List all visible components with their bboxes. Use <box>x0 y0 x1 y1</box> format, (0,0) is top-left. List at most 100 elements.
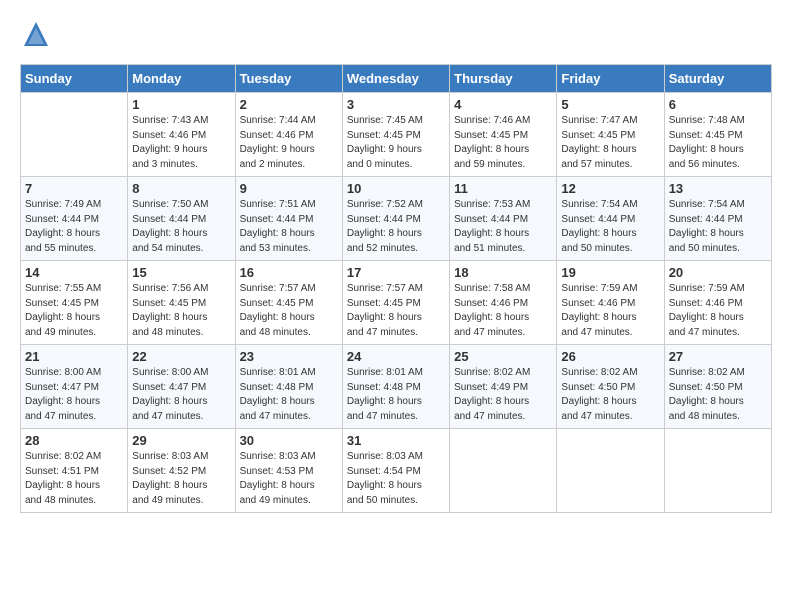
day-number: 31 <box>347 433 445 448</box>
day-detail: Sunrise: 7:46 AM Sunset: 4:45 PM Dayligh… <box>454 114 552 172</box>
calendar-cell: 13 Sunrise: 7:54 AM Sunset: 4:44 PM Dayli… <box>664 177 771 261</box>
day-detail: Sunrise: 7:49 AM Sunset: 4:44 PM Dayligh… <box>25 198 123 256</box>
day-number: 23 <box>240 349 338 364</box>
calendar-cell: 9 Sunrise: 7:51 AM Sunset: 4:44 PM Daylig… <box>235 177 342 261</box>
calendar-cell: 23 Sunrise: 8:01 AM Sunset: 4:48 PM Dayli… <box>235 345 342 429</box>
day-number: 3 <box>347 97 445 112</box>
day-number: 9 <box>240 181 338 196</box>
day-detail: Sunrise: 7:57 AM Sunset: 4:45 PM Dayligh… <box>347 282 445 340</box>
calendar-day-header: Sunday <box>21 65 128 93</box>
calendar-cell <box>21 93 128 177</box>
calendar-week-row: 7 Sunrise: 7:49 AM Sunset: 4:44 PM Daylig… <box>21 177 772 261</box>
day-number: 10 <box>347 181 445 196</box>
day-number: 5 <box>561 97 659 112</box>
day-detail: Sunrise: 8:00 AM Sunset: 4:47 PM Dayligh… <box>25 366 123 424</box>
day-number: 7 <box>25 181 123 196</box>
calendar-cell <box>664 429 771 513</box>
day-detail: Sunrise: 7:57 AM Sunset: 4:45 PM Dayligh… <box>240 282 338 340</box>
day-detail: Sunrise: 8:00 AM Sunset: 4:47 PM Dayligh… <box>132 366 230 424</box>
day-number: 21 <box>25 349 123 364</box>
day-number: 24 <box>347 349 445 364</box>
day-number: 2 <box>240 97 338 112</box>
calendar-cell: 10 Sunrise: 7:52 AM Sunset: 4:44 PM Dayli… <box>342 177 449 261</box>
calendar-week-row: 21 Sunrise: 8:00 AM Sunset: 4:47 PM Dayli… <box>21 345 772 429</box>
day-number: 29 <box>132 433 230 448</box>
day-detail: Sunrise: 7:59 AM Sunset: 4:46 PM Dayligh… <box>669 282 767 340</box>
day-number: 25 <box>454 349 552 364</box>
day-number: 14 <box>25 265 123 280</box>
day-detail: Sunrise: 7:45 AM Sunset: 4:45 PM Dayligh… <box>347 114 445 172</box>
day-detail: Sunrise: 7:56 AM Sunset: 4:45 PM Dayligh… <box>132 282 230 340</box>
day-detail: Sunrise: 7:55 AM Sunset: 4:45 PM Dayligh… <box>25 282 123 340</box>
day-number: 28 <box>25 433 123 448</box>
day-number: 11 <box>454 181 552 196</box>
day-detail: Sunrise: 8:03 AM Sunset: 4:53 PM Dayligh… <box>240 450 338 508</box>
calendar-week-row: 14 Sunrise: 7:55 AM Sunset: 4:45 PM Dayli… <box>21 261 772 345</box>
calendar-cell: 24 Sunrise: 8:01 AM Sunset: 4:48 PM Dayli… <box>342 345 449 429</box>
calendar-cell <box>450 429 557 513</box>
day-number: 18 <box>454 265 552 280</box>
day-number: 6 <box>669 97 767 112</box>
day-number: 27 <box>669 349 767 364</box>
day-detail: Sunrise: 7:58 AM Sunset: 4:46 PM Dayligh… <box>454 282 552 340</box>
day-detail: Sunrise: 7:54 AM Sunset: 4:44 PM Dayligh… <box>669 198 767 256</box>
calendar-cell: 1Sunrise: 7:43 AM Sunset: 4:46 PM Daylig… <box>128 93 235 177</box>
calendar-cell: 22 Sunrise: 8:00 AM Sunset: 4:47 PM Dayli… <box>128 345 235 429</box>
calendar-cell: 5 Sunrise: 7:47 AM Sunset: 4:45 PM Daylig… <box>557 93 664 177</box>
calendar-cell: 18 Sunrise: 7:58 AM Sunset: 4:46 PM Dayli… <box>450 261 557 345</box>
calendar-cell: 16Sunrise: 7:57 AM Sunset: 4:45 PM Dayli… <box>235 261 342 345</box>
day-detail: Sunrise: 7:54 AM Sunset: 4:44 PM Dayligh… <box>561 198 659 256</box>
calendar-cell: 29Sunrise: 8:03 AM Sunset: 4:52 PM Dayli… <box>128 429 235 513</box>
calendar-cell: 12 Sunrise: 7:54 AM Sunset: 4:44 PM Dayli… <box>557 177 664 261</box>
day-detail: Sunrise: 7:52 AM Sunset: 4:44 PM Dayligh… <box>347 198 445 256</box>
day-detail: Sunrise: 7:59 AM Sunset: 4:46 PM Dayligh… <box>561 282 659 340</box>
calendar-cell: 20 Sunrise: 7:59 AM Sunset: 4:46 PM Dayli… <box>664 261 771 345</box>
day-number: 12 <box>561 181 659 196</box>
day-number: 30 <box>240 433 338 448</box>
logo <box>20 18 56 50</box>
calendar-cell <box>557 429 664 513</box>
day-number: 4 <box>454 97 552 112</box>
calendar-day-header: Friday <box>557 65 664 93</box>
calendar-cell: 27 Sunrise: 8:02 AM Sunset: 4:50 PM Dayli… <box>664 345 771 429</box>
day-detail: Sunrise: 7:51 AM Sunset: 4:44 PM Dayligh… <box>240 198 338 256</box>
calendar-cell: 14 Sunrise: 7:55 AM Sunset: 4:45 PM Dayli… <box>21 261 128 345</box>
calendar-day-header: Thursday <box>450 65 557 93</box>
day-number: 1 <box>132 97 230 112</box>
day-detail: Sunrise: 8:02 AM Sunset: 4:50 PM Dayligh… <box>669 366 767 424</box>
calendar-table: SundayMondayTuesdayWednesdayThursdayFrid… <box>20 64 772 513</box>
calendar-day-header: Saturday <box>664 65 771 93</box>
day-number: 13 <box>669 181 767 196</box>
calendar-cell: 26Sunrise: 8:02 AM Sunset: 4:50 PM Dayli… <box>557 345 664 429</box>
header <box>20 18 772 50</box>
day-number: 22 <box>132 349 230 364</box>
calendar-cell: 28 Sunrise: 8:02 AM Sunset: 4:51 PM Dayli… <box>21 429 128 513</box>
day-detail: Sunrise: 7:47 AM Sunset: 4:45 PM Dayligh… <box>561 114 659 172</box>
day-detail: Sunrise: 8:03 AM Sunset: 4:54 PM Dayligh… <box>347 450 445 508</box>
day-number: 17 <box>347 265 445 280</box>
calendar-cell: 19 Sunrise: 7:59 AM Sunset: 4:46 PM Dayli… <box>557 261 664 345</box>
day-number: 8 <box>132 181 230 196</box>
calendar-day-header: Wednesday <box>342 65 449 93</box>
day-detail: Sunrise: 8:02 AM Sunset: 4:51 PM Dayligh… <box>25 450 123 508</box>
calendar-cell: 25Sunrise: 8:02 AM Sunset: 4:49 PM Dayli… <box>450 345 557 429</box>
day-number: 26 <box>561 349 659 364</box>
calendar-cell: 6 Sunrise: 7:48 AM Sunset: 4:45 PM Daylig… <box>664 93 771 177</box>
calendar-day-header: Monday <box>128 65 235 93</box>
day-detail: Sunrise: 7:50 AM Sunset: 4:44 PM Dayligh… <box>132 198 230 256</box>
calendar-cell: 17 Sunrise: 7:57 AM Sunset: 4:45 PM Dayli… <box>342 261 449 345</box>
calendar-cell: 2Sunrise: 7:44 AM Sunset: 4:46 PM Daylig… <box>235 93 342 177</box>
day-detail: Sunrise: 8:01 AM Sunset: 4:48 PM Dayligh… <box>347 366 445 424</box>
calendar-cell: 7 Sunrise: 7:49 AM Sunset: 4:44 PM Daylig… <box>21 177 128 261</box>
day-number: 19 <box>561 265 659 280</box>
calendar-cell: 11Sunrise: 7:53 AM Sunset: 4:44 PM Dayli… <box>450 177 557 261</box>
logo-icon <box>20 18 52 50</box>
calendar-cell: 8 Sunrise: 7:50 AM Sunset: 4:44 PM Daylig… <box>128 177 235 261</box>
day-detail: Sunrise: 7:48 AM Sunset: 4:45 PM Dayligh… <box>669 114 767 172</box>
calendar-cell: 15Sunrise: 7:56 AM Sunset: 4:45 PM Dayli… <box>128 261 235 345</box>
day-number: 20 <box>669 265 767 280</box>
calendar-cell: 3 Sunrise: 7:45 AM Sunset: 4:45 PM Daylig… <box>342 93 449 177</box>
calendar-cell: 30 Sunrise: 8:03 AM Sunset: 4:53 PM Dayli… <box>235 429 342 513</box>
day-detail: Sunrise: 8:01 AM Sunset: 4:48 PM Dayligh… <box>240 366 338 424</box>
calendar-cell: 21 Sunrise: 8:00 AM Sunset: 4:47 PM Dayli… <box>21 345 128 429</box>
